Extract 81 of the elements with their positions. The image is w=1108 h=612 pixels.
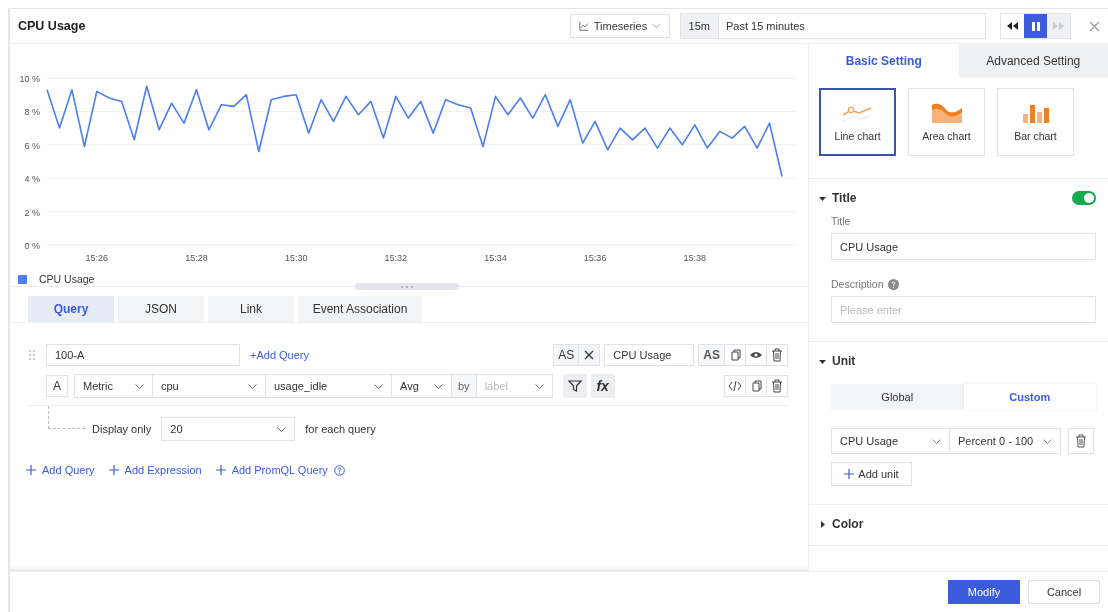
pause-icon	[1031, 21, 1040, 31]
query-tab[interactable]: Event Association	[298, 296, 422, 322]
query-tab[interactable]: Link	[208, 296, 294, 322]
y-axis-label: 8 %	[24, 107, 40, 118]
add-link[interactable]: Add Expression	[108, 464, 202, 476]
chevron-down-icon	[932, 438, 941, 444]
unit-series-select[interactable]: CPU Usage	[831, 428, 950, 454]
trash-icon[interactable]	[1068, 428, 1094, 454]
help-icon[interactable]	[333, 464, 345, 476]
title-toggle[interactable]	[1072, 191, 1096, 205]
alias-toggle[interactable]: AS	[698, 344, 725, 366]
y-axis-label: 4 %	[24, 174, 40, 185]
for-each-query-label: for each query	[305, 423, 376, 435]
field-label: Title	[831, 215, 852, 227]
caret-icon[interactable]	[819, 194, 826, 202]
x-axis-label: 15:34	[484, 253, 507, 263]
x-axis-label: 15:32	[384, 253, 408, 263]
line-chart-icon	[578, 20, 589, 32]
add-link[interactable]: Add PromQL Query	[215, 464, 345, 476]
plus-icon	[215, 465, 226, 475]
x-axis-label: 15:28	[185, 253, 208, 263]
x-axis-label: 15:30	[284, 253, 308, 263]
unit-mode-option[interactable]: Global	[831, 384, 964, 410]
section-heading: Title	[832, 191, 858, 205]
view-select[interactable]: Timeseries	[569, 14, 670, 38]
connector-line	[48, 406, 85, 429]
copy-icon[interactable]	[724, 344, 746, 366]
alias-prefix: AS	[553, 344, 580, 366]
help-icon[interactable]	[887, 278, 899, 290]
pause-button[interactable]	[1024, 14, 1047, 38]
display-only-label: Display only	[92, 423, 152, 435]
panel-title: CPU Usage	[18, 19, 86, 33]
query-name-field[interactable]: 100-A	[46, 344, 240, 366]
chart-type-option[interactable]: Line chart	[819, 88, 896, 156]
copy-icon[interactable]	[745, 375, 767, 397]
limit-select[interactable]: 20	[161, 417, 296, 441]
plus-icon	[844, 469, 855, 479]
section-heading: Unit	[832, 354, 856, 368]
x-axis-label: 15:38	[683, 253, 707, 263]
cancel-button[interactable]: Cancel	[1028, 580, 1100, 604]
drag-handle-icon[interactable]	[28, 349, 36, 361]
trash-icon[interactable]	[766, 375, 788, 397]
code-icon[interactable]	[724, 375, 746, 397]
add-unit-button[interactable]: Add unit	[831, 462, 912, 486]
chevron-down-icon	[1043, 438, 1052, 444]
chevron-down-icon	[652, 23, 661, 29]
caret-icon[interactable]	[819, 357, 826, 365]
trash-icon[interactable]	[766, 344, 788, 366]
add-query-link[interactable]: +Add Query	[250, 349, 309, 361]
settings-tab[interactable]: Advanced Setting	[958, 44, 1108, 78]
rewind-icon	[1007, 22, 1018, 30]
x-axis-label: 15:26	[85, 253, 109, 263]
modify-button[interactable]: Modify	[948, 580, 1020, 604]
chart-type-option[interactable]: Bar chart	[997, 88, 1074, 156]
y-axis-label: 2 %	[24, 207, 40, 218]
eye-icon[interactable]	[745, 344, 767, 366]
function-button[interactable]: fx	[590, 374, 615, 398]
alias-field[interactable]: CPU Usage	[604, 344, 695, 366]
section-heading: Color	[832, 517, 864, 531]
query-letter: A	[46, 375, 68, 397]
resize-handle[interactable]	[355, 283, 459, 290]
plus-icon	[108, 465, 119, 475]
query-tab[interactable]: JSON	[118, 296, 204, 322]
legend-label[interactable]: CPU Usage	[39, 273, 95, 285]
y-axis-label: 0 %	[24, 241, 40, 251]
x-axis-label: 15:36	[583, 253, 607, 263]
y-axis-label: 6 %	[24, 140, 40, 151]
unit-mode-option[interactable]: Custom	[963, 384, 1096, 410]
filter-icon[interactable]	[562, 374, 587, 398]
chevron-down-icon	[277, 426, 287, 432]
add-link[interactable]: Add Query	[26, 464, 95, 476]
query-tab[interactable]: Query	[28, 296, 114, 322]
area-chart-icon	[929, 102, 964, 124]
y-axis-label: 10 %	[19, 74, 40, 84]
plus-icon	[26, 465, 36, 475]
caret-icon[interactable]	[819, 520, 826, 528]
unit-select[interactable]: Percent 0 - 100	[950, 428, 1061, 454]
field-label: Description	[831, 278, 884, 290]
chart-type-option[interactable]: Area chart	[908, 88, 985, 156]
fast-forward-icon	[1053, 22, 1064, 30]
title-field[interactable]: CPU Usage	[831, 233, 1096, 260]
